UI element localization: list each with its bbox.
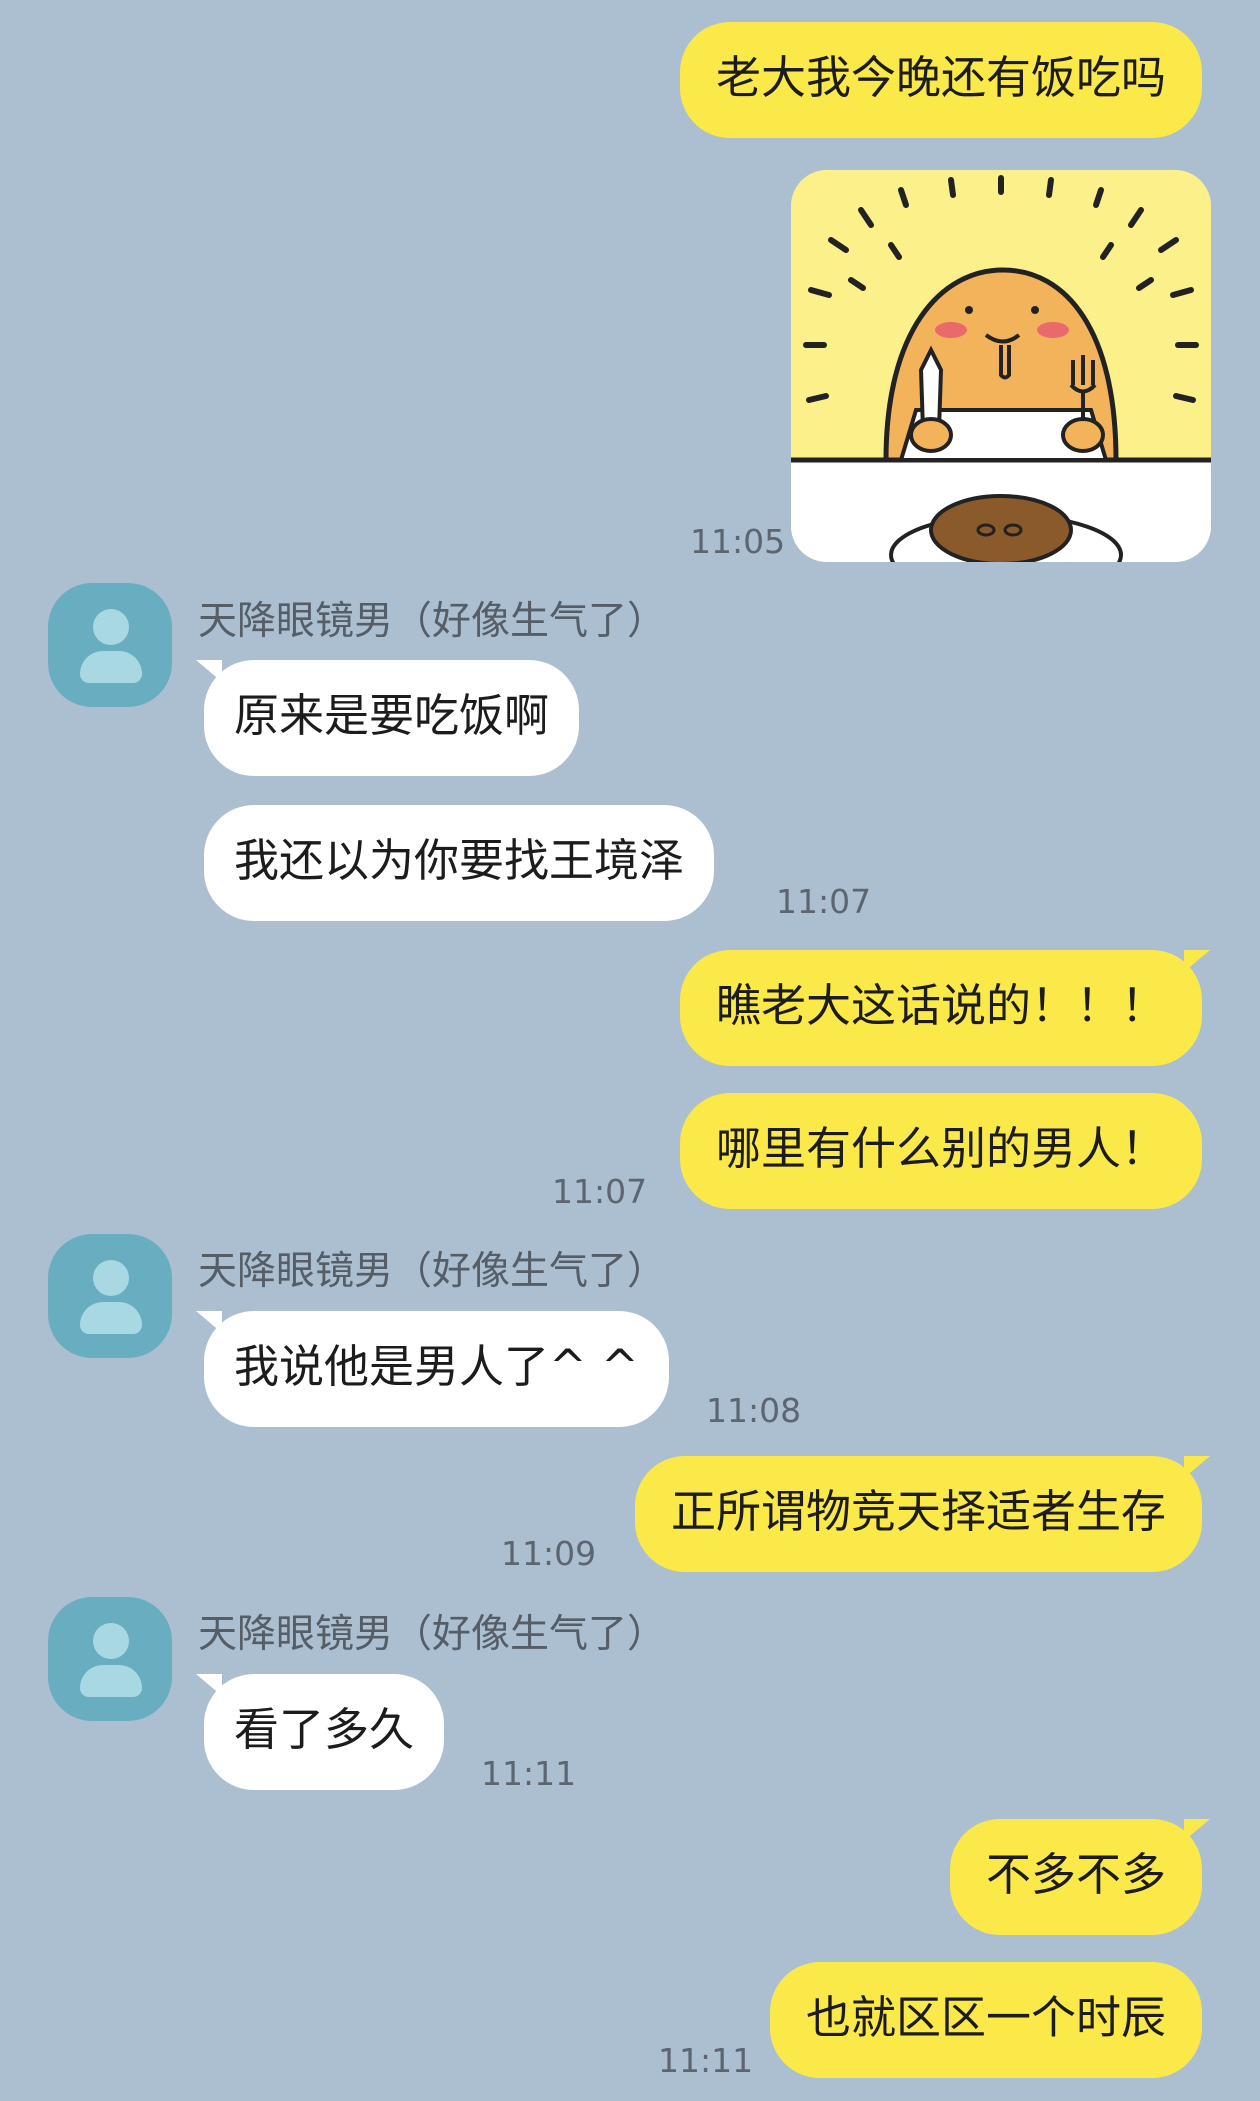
received-message-bubble[interactable]: 我还以为你要找王境泽 (204, 805, 715, 921)
message-text: 我还以为你要找王境泽 (234, 834, 685, 887)
message-text: 也就区区一个时辰 (805, 1991, 1166, 2044)
contact-name: 天降眼镜男（好像生气了） (198, 1612, 667, 1657)
sent-message-bubble[interactable]: 也就区区一个时辰 (769, 1962, 1202, 2078)
sent-message-bubble[interactable]: 哪里有什么别的男人！ (679, 1093, 1202, 1209)
message-text: 原来是要吃饭啊 (234, 689, 550, 742)
message-timestamp: 11:05 (690, 522, 786, 561)
sent-message-bubble[interactable]: 不多不多 (949, 1819, 1211, 1935)
message-text: 我说他是男人了^ ^ (234, 1340, 639, 1393)
sent-message-bubble[interactable]: 瞧老大这话说的！！！ (679, 950, 1211, 1066)
contact-avatar[interactable] (48, 1597, 172, 1721)
contact-avatar[interactable] (48, 583, 172, 707)
sent-message-bubble[interactable]: 正所谓物竞天择适者生存 (634, 1456, 1211, 1572)
received-message-bubble[interactable]: 原来是要吃饭啊 (195, 660, 580, 776)
message-timestamp: 11:07 (552, 1172, 648, 1211)
message-text: 老大我今晚还有饭吃吗 (715, 51, 1166, 104)
message-timestamp: 11:11 (481, 1754, 577, 1793)
message-text: 哪里有什么别的男人！ (715, 1122, 1166, 1175)
contact-name: 天降眼镜男（好像生气了） (198, 599, 667, 644)
message-text: 瞧老大这话说的！！！ (715, 979, 1166, 1032)
message-text: 正所谓物竞天择适者生存 (670, 1485, 1166, 1538)
sticker-image[interactable] (791, 170, 1211, 562)
message-timestamp: 11:07 (776, 882, 872, 921)
received-message-bubble[interactable]: 我说他是男人了^ ^ (196, 1311, 669, 1427)
message-timestamp: 11:11 (658, 2041, 754, 2080)
contact-name: 天降眼镜男（好像生气了） (198, 1249, 667, 1294)
contact-avatar[interactable] (48, 1234, 172, 1358)
message-timestamp: 11:09 (501, 1534, 597, 1573)
sticker-eating-character-icon (791, 170, 1211, 562)
received-message-bubble[interactable]: 看了多久 (195, 1674, 445, 1790)
message-timestamp: 11:08 (706, 1391, 802, 1430)
sent-message-bubble[interactable]: 老大我今晚还有饭吃吗 (679, 22, 1202, 138)
message-text: 看了多久 (234, 1703, 415, 1756)
message-text: 不多不多 (985, 1848, 1166, 1901)
